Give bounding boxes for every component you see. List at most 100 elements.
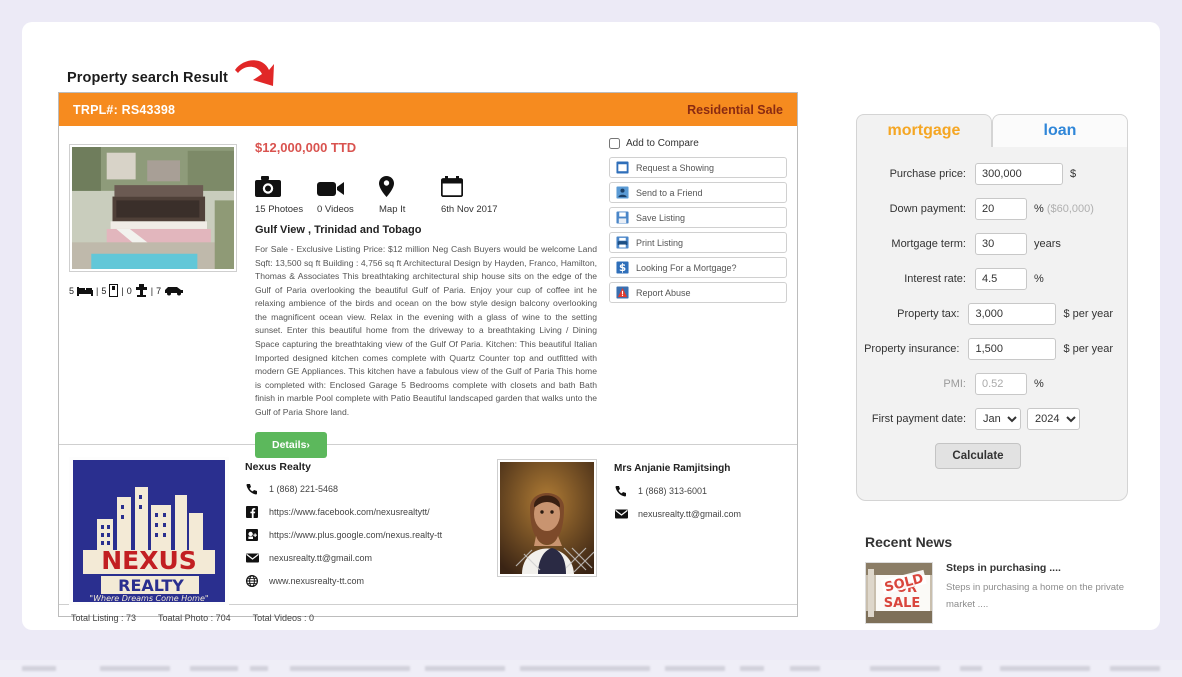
map-pin-icon bbox=[379, 167, 441, 197]
red-arrow-icon bbox=[233, 56, 277, 97]
phone-icon bbox=[614, 484, 628, 498]
printer-icon bbox=[616, 236, 629, 249]
listing-actions-column: Add to Compare Request a Showing Send to… bbox=[609, 136, 797, 444]
svg-text:SALE: SALE bbox=[884, 596, 921, 611]
listing-body: 5 | 5 | 0 | 7 $12,000,000 TTD 15 Photoes… bbox=[59, 126, 797, 458]
news-thumbnail[interactable]: FOR SALE SOLD bbox=[865, 562, 933, 624]
tab-mortgage[interactable]: mortgage bbox=[856, 114, 992, 147]
logo-nexus-text: NEXUS bbox=[101, 546, 197, 575]
logo-tagline: "Where Dreams Come Home" bbox=[89, 594, 208, 603]
phone-icon bbox=[245, 482, 259, 496]
property-photo-frame[interactable] bbox=[69, 144, 237, 272]
meta-date: 6th Nov 2017 bbox=[441, 167, 503, 215]
agency-googleplus: https://www.plus.google.com/nexus.realty… bbox=[269, 530, 443, 540]
send-to-friend-button[interactable]: Send to a Friend bbox=[609, 182, 787, 203]
first-payment-month-select[interactable]: Jan bbox=[975, 408, 1021, 430]
page-title: Property search Result bbox=[67, 69, 228, 86]
recent-news-title: Recent News bbox=[865, 534, 953, 550]
agency-strip: NEXUS REALTY "Where Dreams Come Home" Ne… bbox=[59, 444, 797, 605]
save-listing-button[interactable]: Save Listing bbox=[609, 207, 787, 228]
agency-googleplus-row[interactable]: https://www.plus.google.com/nexus.realty… bbox=[245, 528, 497, 542]
field-purchase-price: Purchase price: $ bbox=[857, 163, 1113, 185]
print-listing-button[interactable]: Print Listing bbox=[609, 232, 787, 253]
camera-icon bbox=[255, 167, 317, 197]
agency-website-row[interactable]: www.nexusrealty-tt.com bbox=[245, 574, 497, 588]
meta-videos[interactable]: 0 Videos bbox=[317, 167, 379, 215]
field-interest-rate: Interest rate: % bbox=[857, 268, 1113, 290]
agent-phone-row[interactable]: 1 (868) 313-6001 bbox=[614, 484, 797, 498]
property-tax-input[interactable] bbox=[968, 303, 1057, 325]
agency-logo: NEXUS REALTY "Where Dreams Come Home" bbox=[69, 457, 229, 605]
total-photo: Toatal Photo : 704 bbox=[158, 612, 231, 623]
agent-contact-info: Mrs Anjanie Ramjitsingh 1 (868) 313-6001… bbox=[602, 457, 797, 604]
agency-phone-row[interactable]: 1 (868) 221-5468 bbox=[245, 482, 497, 496]
total-videos: Total Videos : 0 bbox=[252, 612, 314, 623]
purchase-price-input[interactable] bbox=[975, 163, 1063, 185]
agent-email: nexusrealty.tt@gmail.com bbox=[638, 509, 742, 519]
interest-rate-input[interactable] bbox=[975, 268, 1027, 290]
calculator-tabs: mortgage loan bbox=[856, 114, 1128, 147]
agency-phone: 1 (868) 221-5468 bbox=[269, 484, 339, 494]
down-payment-input[interactable] bbox=[975, 198, 1027, 220]
purchase-price-suffix: $ bbox=[1070, 168, 1077, 180]
sold-for-sale-sign: FOR SALE SOLD bbox=[866, 563, 932, 623]
news-headline[interactable]: Steps in purchasing .... bbox=[946, 562, 1135, 574]
agency-name: Nexus Realty bbox=[245, 461, 311, 473]
field-first-payment-date: First payment date: Jan 2024 bbox=[857, 408, 1113, 430]
listing-meta-row: 15 Photoes 0 Videos Map It 6th Nov 2017 bbox=[255, 167, 597, 215]
agent-name: Mrs Anjanie Ramjitsingh bbox=[614, 463, 731, 474]
add-to-compare-row[interactable]: Add to Compare bbox=[609, 138, 787, 149]
bed-icon bbox=[77, 287, 94, 296]
agent-email-row[interactable]: nexusrealty.tt@gmail.com bbox=[614, 507, 797, 521]
looking-for-mortgage-label-0: Print Listing bbox=[636, 237, 684, 248]
email-icon bbox=[614, 507, 628, 521]
first-payment-date-label: First payment date: bbox=[871, 413, 966, 425]
feature-parking-count: 7 bbox=[156, 285, 162, 296]
agency-facebook-row[interactable]: https://www.facebook.com/nexusrealtytt/ bbox=[245, 505, 497, 519]
video-camera-icon bbox=[317, 167, 379, 197]
tab-loan[interactable]: loan bbox=[992, 114, 1128, 147]
property-insurance-input[interactable] bbox=[968, 338, 1057, 360]
first-payment-year-select[interactable]: 2024 bbox=[1027, 408, 1080, 430]
add-to-compare-label[interactable]: Add to Compare bbox=[626, 138, 699, 149]
add-to-compare-checkbox[interactable] bbox=[609, 138, 620, 149]
agent-photo-wrap bbox=[497, 457, 602, 604]
meta-photos[interactable]: 15 Photoes bbox=[255, 167, 317, 215]
report-abuse-label: Report Abuse bbox=[636, 287, 691, 298]
property-tax-label: Property tax: bbox=[897, 308, 960, 320]
pmi-suffix: % bbox=[1034, 378, 1044, 390]
down-payment-amount: ($60,000) bbox=[1046, 203, 1094, 215]
feature-bath: 5 bbox=[101, 284, 119, 297]
looking-for-mortgage-button[interactable]: $ Looking For a Mortgage? bbox=[609, 257, 787, 278]
listing-address: Gulf View , Trinidad and Tobago bbox=[255, 224, 422, 236]
news-item[interactable]: FOR SALE SOLD Steps in purchasing .... S… bbox=[865, 562, 1135, 624]
envelope-share-icon bbox=[616, 186, 629, 199]
interest-rate-label: Interest rate: bbox=[904, 273, 966, 285]
avatar bbox=[497, 459, 597, 577]
agency-email: nexusrealty.tt@gmail.com bbox=[269, 553, 373, 563]
feature-parking: 7 bbox=[156, 285, 184, 296]
mortgage-calculator: mortgage loan Purchase price: $ Down pay… bbox=[856, 114, 1128, 502]
agency-email-row[interactable]: nexusrealty.tt@gmail.com bbox=[245, 551, 497, 565]
request-showing-button[interactable]: Request a Showing bbox=[609, 157, 787, 178]
page-card: Property search Result TRPL#: RS43398 Re… bbox=[22, 22, 1160, 630]
news-text: Steps in purchasing .... Steps in purcha… bbox=[946, 562, 1135, 624]
details-button[interactable]: Details› bbox=[255, 431, 327, 458]
report-abuse-button[interactable]: Report Abuse bbox=[609, 282, 787, 303]
google-plus-icon bbox=[245, 528, 259, 542]
pmi-input[interactable] bbox=[975, 373, 1027, 395]
calculator-body: Purchase price: $ Down payment: % ($60,0… bbox=[856, 146, 1128, 501]
property-photo[interactable] bbox=[72, 147, 234, 269]
purchase-price-label: Purchase price: bbox=[889, 168, 966, 180]
property-insurance-label: Property insurance: bbox=[864, 343, 960, 355]
mortgage-term-input[interactable] bbox=[975, 233, 1027, 255]
totals-bar: Total Listing : 73 Toatal Photo : 704 To… bbox=[59, 604, 797, 630]
meta-videos-label: 0 Videos bbox=[317, 204, 354, 215]
meta-map[interactable]: Map It bbox=[379, 167, 441, 215]
globe-icon bbox=[245, 574, 259, 588]
calculate-button[interactable]: Calculate bbox=[935, 443, 1021, 469]
dollar-icon: $ bbox=[616, 261, 629, 274]
field-down-payment: Down payment: % ($60,000) bbox=[857, 198, 1113, 220]
page-bottom-strip bbox=[0, 660, 1182, 677]
agency-website: www.nexusrealty-tt.com bbox=[269, 576, 365, 586]
